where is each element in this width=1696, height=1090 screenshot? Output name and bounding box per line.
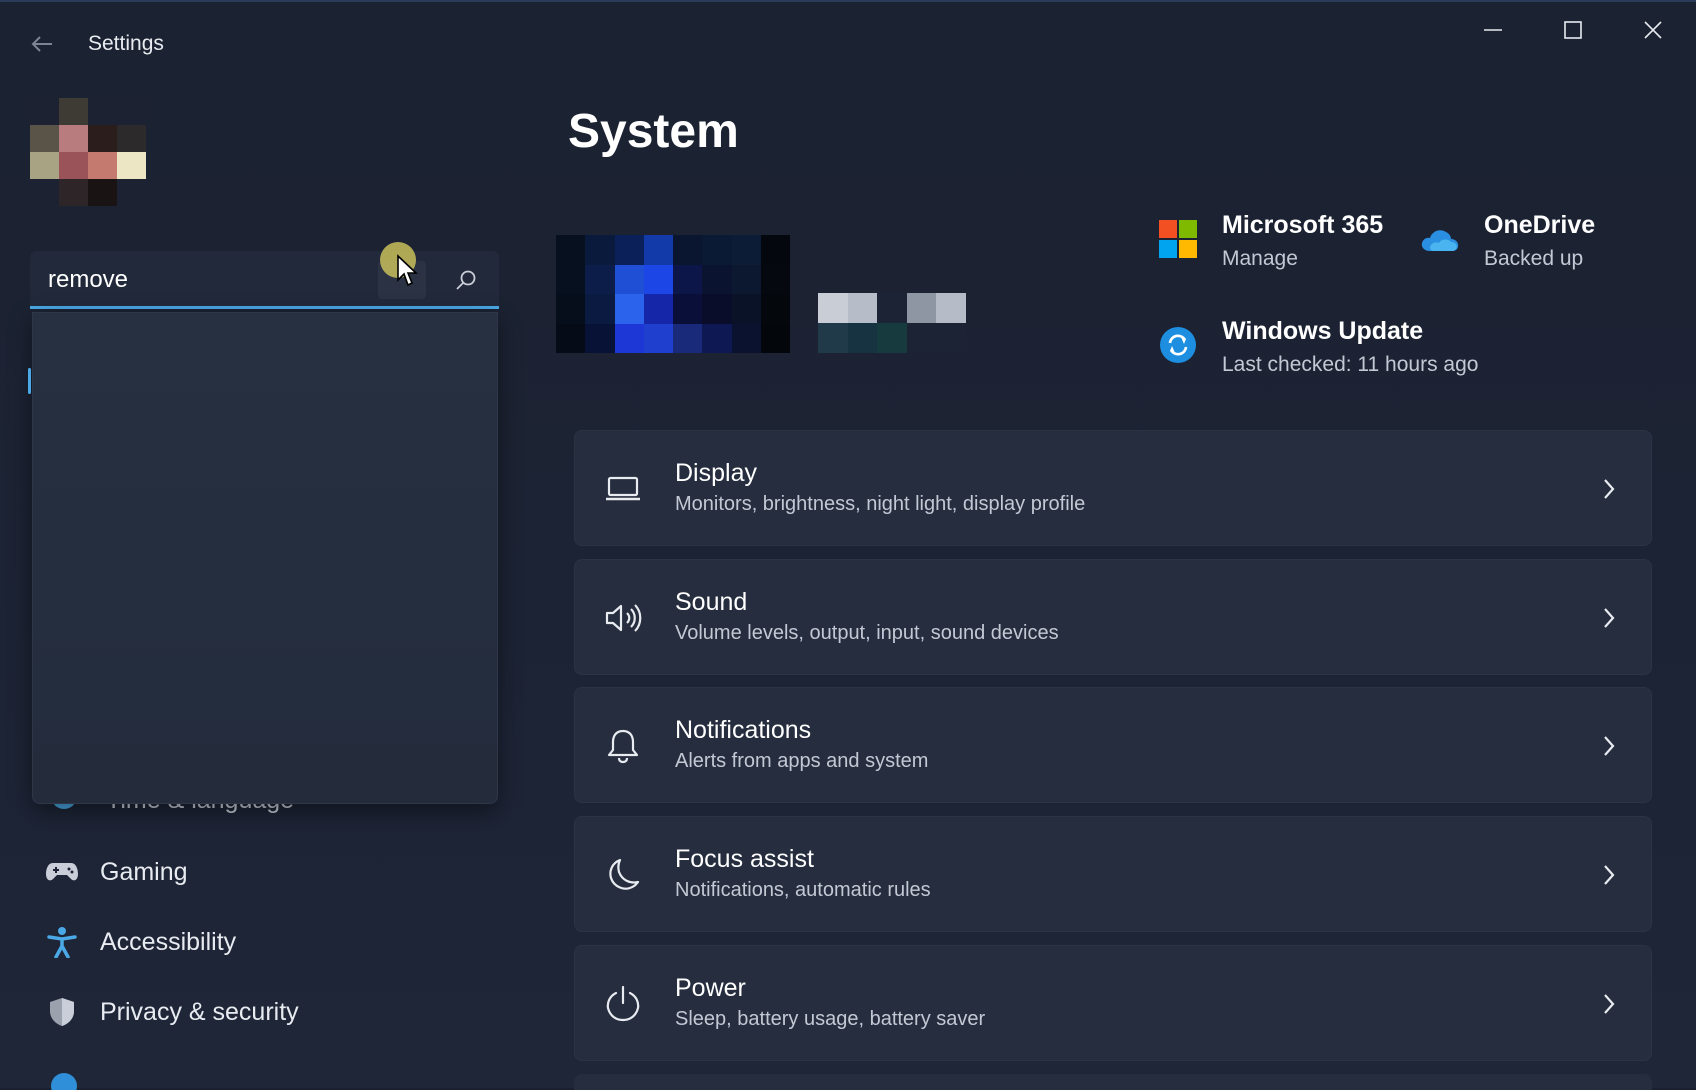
microsoft-365-card[interactable]: Microsoft 365 Manage (1156, 209, 1383, 275)
back-button[interactable] (26, 28, 58, 60)
search-icon (456, 270, 476, 290)
settings-window: Settings Time & language Gaming Accessib… (0, 0, 1696, 1090)
search-button[interactable] (448, 263, 484, 297)
bell-icon (603, 726, 643, 766)
close-icon (1644, 21, 1662, 39)
chevron-right-icon (1595, 473, 1623, 505)
app-title: Settings (88, 32, 164, 55)
device-name (818, 293, 966, 353)
sidebar-item-accessibility[interactable]: Accessibility (44, 914, 484, 970)
chevron-right-icon (1595, 730, 1623, 762)
sound-setting[interactable]: Sound Volume levels, output, input, soun… (574, 559, 1652, 675)
windows-update-card[interactable]: Windows Update Last checked: 11 hours ag… (1156, 315, 1478, 381)
close-button[interactable] (1618, 10, 1688, 50)
windows-update-title: Windows Update (1222, 317, 1424, 345)
display-icon (603, 469, 643, 509)
back-arrow-icon (31, 36, 52, 52)
onedrive-title: OneDrive (1484, 211, 1596, 239)
focus-assist-setting[interactable]: Focus assist Notifications, automatic ru… (574, 816, 1652, 932)
search-input[interactable] (48, 265, 378, 295)
search-box (30, 251, 499, 309)
device-image (556, 235, 790, 353)
notifications-setting[interactable]: Notifications Alerts from apps and syste… (574, 687, 1652, 803)
power-setting[interactable]: Power Sleep, battery usage, battery save… (574, 945, 1652, 1061)
minimize-button[interactable] (1458, 10, 1528, 50)
gamepad-icon (44, 854, 80, 890)
title-bar: Settings (0, 2, 1696, 86)
onedrive-status: Backed up (1484, 247, 1584, 270)
avatar[interactable] (30, 98, 146, 206)
onedrive-cloud-icon (1418, 217, 1462, 261)
chevron-right-icon (1595, 988, 1623, 1020)
page-title: System (568, 105, 739, 158)
sidebar-item-windows-update[interactable] (44, 1066, 484, 1090)
speaker-icon (603, 598, 643, 638)
chevron-right-icon (1595, 859, 1623, 891)
onedrive-card[interactable]: OneDrive Backed up (1418, 209, 1595, 275)
sidebar-item-gaming[interactable]: Gaming (44, 844, 484, 900)
windows-update-icon (1156, 323, 1200, 367)
microsoft-365-title: Microsoft 365 (1222, 211, 1384, 239)
minimize-icon (1484, 29, 1502, 31)
accessibility-icon (44, 924, 80, 960)
microsoft-365-manage-link[interactable]: Manage (1222, 243, 1383, 275)
chevron-right-icon (1595, 602, 1623, 634)
search-results-flyout[interactable] (32, 312, 498, 804)
selection-indicator (28, 368, 31, 394)
shield-icon (44, 994, 80, 1030)
mouse-pointer-icon (397, 254, 419, 287)
update-icon (51, 1073, 77, 1090)
moon-icon (603, 855, 643, 895)
display-setting[interactable]: Display Monitors, brightness, night ligh… (574, 430, 1652, 546)
power-icon (603, 984, 643, 1024)
windows-update-status: Last checked: 11 hours ago (1222, 353, 1479, 376)
microsoft-logo-icon (1156, 217, 1200, 261)
maximize-icon (1564, 21, 1582, 39)
maximize-button[interactable] (1538, 10, 1608, 50)
sidebar-item-privacy-security[interactable]: Privacy & security (44, 984, 484, 1040)
